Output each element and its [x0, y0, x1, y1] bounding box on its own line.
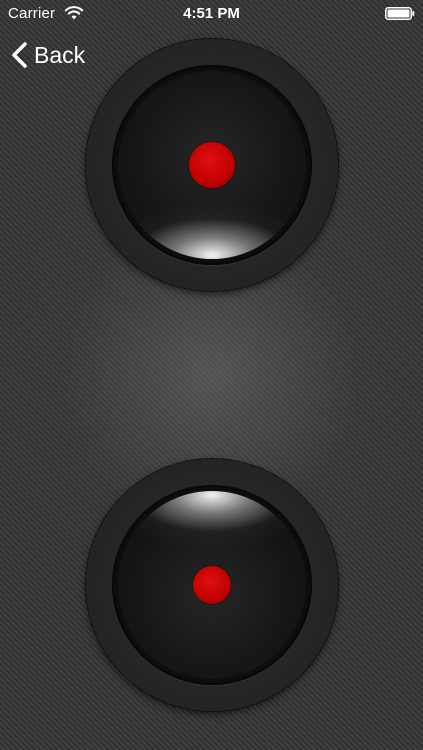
top-knob-ring	[112, 65, 312, 265]
bottom-knob[interactable]	[86, 459, 338, 711]
chevron-left-icon	[12, 42, 27, 68]
clock: 4:51 PM	[183, 5, 240, 22]
battery-icon	[385, 7, 415, 20]
top-knob[interactable]	[86, 39, 338, 291]
top-knob-face	[118, 71, 306, 259]
status-bar: Carrier 4:51 PM	[0, 0, 423, 28]
back-button[interactable]: Back	[10, 38, 85, 72]
back-label: Back	[34, 41, 86, 68]
top-knob-indicator-dot	[189, 142, 235, 188]
bottom-knob-indicator-dot	[193, 566, 231, 604]
bottom-knob-face	[118, 491, 306, 679]
bottom-knob-ring	[112, 485, 312, 685]
